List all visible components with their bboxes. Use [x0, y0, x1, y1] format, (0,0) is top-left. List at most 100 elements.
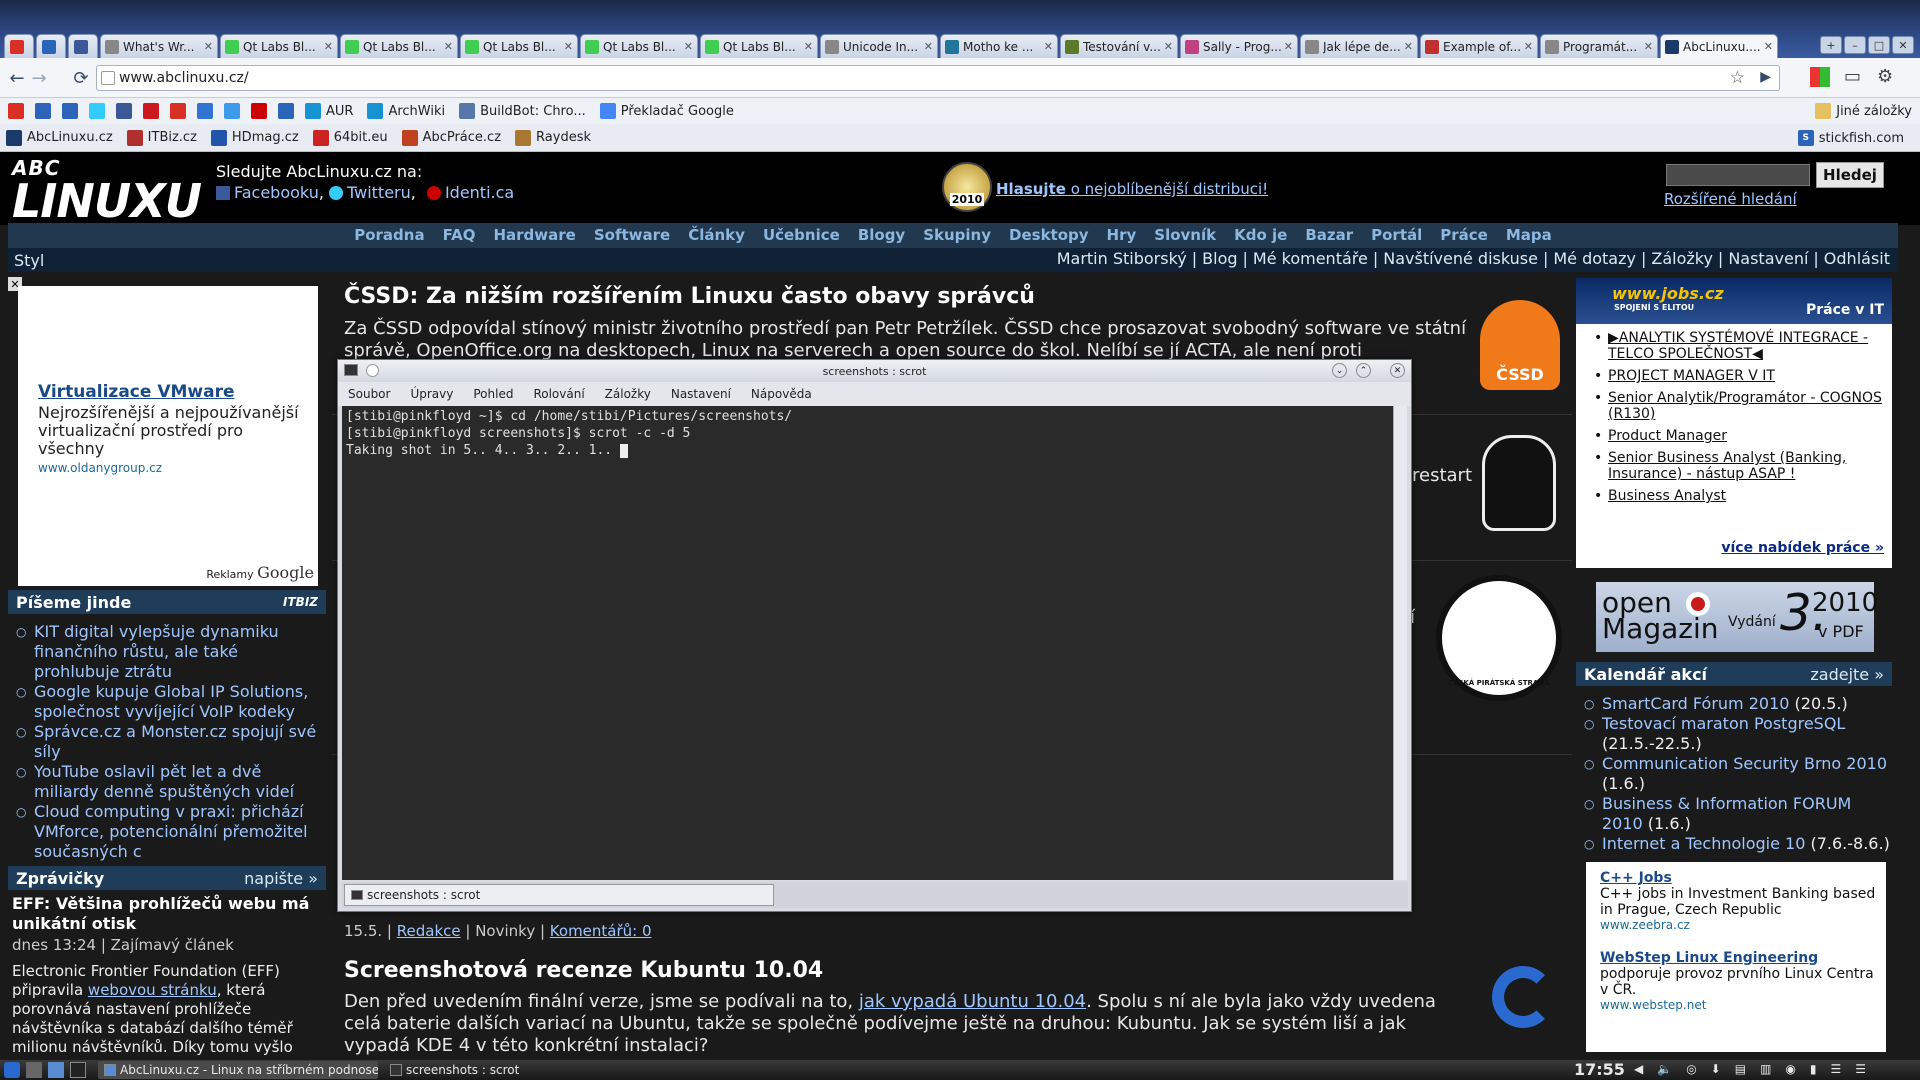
bookmark[interactable]: [35, 103, 56, 119]
notes-icon[interactable]: ▤: [1735, 1062, 1746, 1076]
tab[interactable]: Jak lépe de... ✕: [1300, 34, 1418, 58]
piseme-item[interactable]: Google kupuje Global IP Solutions, spole…: [8, 682, 326, 722]
bookmark[interactable]: HDmag.cz: [210, 129, 299, 146]
user-nav-item[interactable]: Nastavení: [1728, 249, 1808, 268]
terminal-close-icon[interactable]: ✕: [1390, 363, 1405, 378]
terminal-pin-icon[interactable]: [366, 364, 379, 377]
user-nav-item[interactable]: Mé dotazy: [1553, 249, 1636, 268]
napiste-link[interactable]: napište »: [244, 869, 318, 888]
new-tab-button[interactable]: +: [1820, 36, 1842, 54]
nav-item[interactable]: Mapa: [1506, 223, 1552, 248]
nav-item[interactable]: FAQ: [443, 223, 476, 248]
update-icon[interactable]: ◉: [1785, 1062, 1795, 1076]
tab[interactable]: AbcLinuxu.... ✕: [1660, 34, 1778, 58]
text-ad-url[interactable]: www.webstep.net: [1600, 998, 1880, 1012]
tab[interactable]: Qt Labs Bl... ✕: [220, 34, 338, 58]
text-ad[interactable]: WebStep Linux Engineering podporuje provo…: [1600, 950, 1880, 1012]
close-tab-icon[interactable]: ✕: [564, 40, 573, 53]
bookmark[interactable]: Překladač Google: [599, 103, 734, 119]
bookmark[interactable]: [278, 103, 299, 119]
tab[interactable]: Qt Labs Bl... ✕: [340, 34, 458, 58]
piseme-item[interactable]: Cloud computing v praxi: přichází VMforc…: [8, 802, 326, 862]
terminal-menu-item[interactable]: Úpravy: [410, 387, 453, 401]
follow-twitter[interactable]: Twitteru: [347, 183, 411, 202]
text-ad-url[interactable]: www.zeebra.cz: [1600, 918, 1880, 932]
minimize-button[interactable]: –: [1844, 36, 1866, 54]
tab[interactable]: Example of... ✕: [1420, 34, 1538, 58]
close-tab-icon[interactable]: ✕: [1644, 40, 1653, 53]
page-menu-icon[interactable]: ▭: [1844, 66, 1861, 87]
star-icon[interactable]: ☆: [1730, 68, 1745, 88]
nav-item[interactable]: Práce: [1440, 223, 1488, 248]
terminal-window[interactable]: screenshots : scrot ⌄ ⌃ ✕ Soubor Úpravy Po…: [337, 359, 1412, 912]
poll-banner[interactable]: Hlasujte o nejoblíbenější distribuci!: [996, 180, 1268, 198]
tab[interactable]: Motho ke ... ✕: [940, 34, 1058, 58]
calendar-item[interactable]: Business & Information FORUM 2010 (1.6.): [1576, 794, 1892, 834]
tab[interactable]: Unicode In... ✕: [820, 34, 938, 58]
tab[interactable]: Qt Labs Bl... ✕: [460, 34, 578, 58]
site-logo[interactable]: ABC LINUXU: [12, 158, 202, 224]
bookmark[interactable]: [170, 103, 191, 119]
user-nav-item[interactable]: Mé komentáře: [1253, 249, 1368, 268]
nav-item[interactable]: Skupiny: [923, 223, 991, 248]
terminal-launcher-icon[interactable]: [70, 1062, 86, 1078]
user-nav-item[interactable]: Navštívené diskuse: [1383, 249, 1538, 268]
battery-icon[interactable]: ▮: [1810, 1062, 1817, 1076]
bookmark[interactable]: [197, 103, 218, 119]
close-tab-icon[interactable]: ✕: [684, 40, 693, 53]
close-tab-icon[interactable]: ✕: [204, 40, 213, 53]
close-tab-icon[interactable]: ✕: [1764, 40, 1773, 53]
tab[interactable]: Programát... ✕: [1540, 34, 1658, 58]
ad-title[interactable]: Virtualizace VMware: [38, 382, 308, 402]
itbiz-logo[interactable]: ITBIZ: [283, 595, 318, 609]
job-item[interactable]: • ▶ANALYTIK SYSTÉMOVÉ INTEGRACE - TELCO S…: [1594, 330, 1884, 362]
job-item[interactable]: • Business Analyst: [1594, 488, 1884, 504]
wrench-icon[interactable]: ⚙: [1877, 66, 1893, 87]
volume-icon[interactable]: ◀: [1634, 1062, 1643, 1076]
nav-item[interactable]: Software: [594, 223, 670, 248]
calendar-item[interactable]: Internet a Technologie 10 (7.6.-8.6.): [1576, 834, 1892, 854]
maximize-button[interactable]: □: [1868, 36, 1890, 54]
tab[interactable]: [68, 34, 98, 58]
terminal-menu-item[interactable]: Záložky: [605, 387, 651, 401]
address-bar[interactable]: www.abclinuxu.cz/ ☆ ▶: [96, 65, 1780, 91]
bookmark[interactable]: [8, 103, 29, 119]
piseme-item[interactable]: Správce.cz a Monster.cz spojují své síly: [8, 722, 326, 762]
tab[interactable]: Sally - Prog... ✕: [1180, 34, 1298, 58]
piseme-item[interactable]: KIT digital vylepšuje dynamiku finančníh…: [8, 622, 326, 682]
bookmark[interactable]: AbcLinuxu.cz: [6, 129, 113, 146]
desktop-switcher-icon[interactable]: ☰: [1855, 1062, 1866, 1076]
text-ad[interactable]: C++ Jobs C++ jobs in Investment Banking b…: [1600, 870, 1880, 932]
forward-icon[interactable]: →: [28, 67, 50, 89]
openmagazin-banner[interactable]: open Magazin Vydání 3. 2010 v PDF: [1596, 582, 1878, 652]
kubuntu-title[interactable]: Screenshotová recenze Kubuntu 10.04: [344, 958, 1464, 983]
tab[interactable]: [36, 34, 66, 58]
event-name[interactable]: Testovací maraton PostgreSQL: [1602, 714, 1845, 733]
tab[interactable]: [4, 34, 34, 58]
zadejte-link[interactable]: zadejte »: [1810, 665, 1884, 684]
event-name[interactable]: Internet a Technologie 10: [1602, 834, 1805, 853]
desktop-icon[interactable]: [26, 1062, 42, 1078]
bookmark[interactable]: ArchWiki: [367, 103, 445, 119]
nav-item[interactable]: Slovník: [1154, 223, 1216, 248]
nav-item[interactable]: Kdo je: [1234, 223, 1287, 248]
calendar-item[interactable]: Testovací maraton PostgreSQL (21.5.-22.5…: [1576, 714, 1892, 754]
user-nav-item[interactable]: Blog: [1202, 249, 1237, 268]
text-ad-title[interactable]: C++ Jobs: [1600, 870, 1880, 886]
nav-item[interactable]: Poradna: [354, 223, 424, 248]
extension-icon[interactable]: [1810, 66, 1830, 87]
event-name[interactable]: Business & Information FORUM 2010: [1602, 794, 1851, 833]
terminal-titlebar[interactable]: screenshots : scrot ⌄ ⌃ ✕: [338, 360, 1411, 382]
distro-badge-icon[interactable]: 2010: [942, 162, 992, 212]
terminal-menu-item[interactable]: Nastavení: [671, 387, 731, 401]
terminal-maximize-icon[interactable]: ⌃: [1356, 363, 1371, 378]
terminal-menu-item[interactable]: Pohled: [473, 387, 513, 401]
bookmark[interactable]: Raydesk: [515, 129, 591, 146]
close-tab-icon[interactable]: ✕: [444, 40, 453, 53]
nav-item[interactable]: Hardware: [493, 223, 575, 248]
user-nav-item[interactable]: Martin Stiborský: [1057, 249, 1187, 268]
jobs-logo[interactable]: www.jobs.cz SPOJENÍ S ELITOU: [1612, 284, 1724, 312]
user-nav-item[interactable]: Odhlásit: [1824, 249, 1890, 268]
ad-url[interactable]: www.oldanygroup.cz: [38, 461, 308, 475]
close-tab-icon[interactable]: ✕: [1164, 40, 1173, 53]
